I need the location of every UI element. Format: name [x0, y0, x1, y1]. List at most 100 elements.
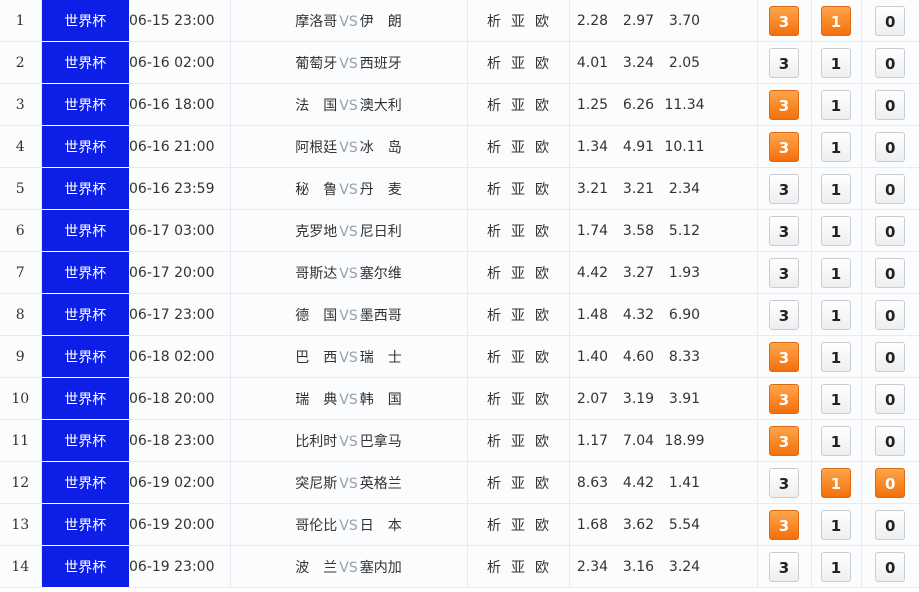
asian-odds-link[interactable]: 亚 — [511, 476, 525, 492]
home-team[interactable]: 法 国 — [295, 98, 337, 114]
analysis-link[interactable]: 析 — [487, 140, 501, 156]
home-team[interactable]: 瑞 典 — [295, 392, 337, 408]
pick-draw-button[interactable]: 1 — [821, 341, 851, 372]
home-team[interactable]: 秘 鲁 — [295, 182, 337, 198]
pick-draw-button[interactable]: 1 — [821, 467, 851, 498]
pick-loss-button[interactable]: 0 — [875, 425, 906, 456]
league-badge[interactable]: 世界杯 — [41, 125, 129, 168]
pick-loss-button[interactable]: 0 — [875, 467, 906, 498]
pick-win-button[interactable]: 3 — [769, 173, 799, 204]
away-team[interactable]: 韩 国 — [360, 392, 402, 408]
euro-odds-link[interactable]: 欧 — [535, 224, 549, 240]
pick-draw-button[interactable]: 1 — [821, 131, 851, 162]
analysis-link[interactable]: 析 — [487, 392, 501, 408]
pick-draw-button[interactable]: 1 — [821, 257, 851, 288]
euro-odds-link[interactable]: 欧 — [535, 308, 549, 324]
pick-loss-button[interactable]: 0 — [875, 551, 906, 582]
pick-loss-button[interactable]: 0 — [875, 257, 906, 288]
asian-odds-link[interactable]: 亚 — [511, 98, 525, 114]
away-team[interactable]: 英格兰 — [360, 476, 402, 492]
pick-loss-button[interactable]: 0 — [875, 509, 906, 540]
league-badge[interactable]: 世界杯 — [41, 377, 129, 420]
analysis-link[interactable]: 析 — [487, 434, 501, 450]
home-team[interactable]: 突尼斯 — [295, 476, 337, 492]
analysis-link[interactable]: 析 — [487, 224, 501, 240]
euro-odds-link[interactable]: 欧 — [535, 266, 549, 282]
pick-win-button[interactable]: 3 — [769, 551, 799, 582]
asian-odds-link[interactable]: 亚 — [511, 350, 525, 366]
league-badge[interactable]: 世界杯 — [41, 41, 129, 84]
match-teams[interactable]: 巴 西 VS 瑞 士 — [230, 335, 468, 378]
league-badge[interactable]: 世界杯 — [41, 0, 129, 42]
asian-odds-link[interactable]: 亚 — [511, 224, 525, 240]
asian-odds-link[interactable]: 亚 — [511, 518, 525, 534]
match-teams[interactable]: 德 国 VS 墨西哥 — [230, 293, 468, 336]
away-team[interactable]: 塞尔维 — [360, 266, 402, 282]
away-team[interactable]: 丹 麦 — [360, 182, 402, 198]
pick-draw-button[interactable]: 1 — [821, 383, 851, 414]
analysis-link[interactable]: 析 — [487, 308, 501, 324]
pick-win-button[interactable]: 3 — [769, 425, 799, 456]
away-team[interactable]: 墨西哥 — [360, 308, 402, 324]
match-teams[interactable]: 葡萄牙 VS 西班牙 — [230, 41, 468, 84]
away-team[interactable]: 西班牙 — [360, 56, 402, 72]
away-team[interactable]: 尼日利 — [360, 224, 402, 240]
euro-odds-link[interactable]: 欧 — [535, 56, 549, 72]
asian-odds-link[interactable]: 亚 — [511, 140, 525, 156]
away-team[interactable]: 瑞 士 — [360, 350, 402, 366]
match-teams[interactable]: 秘 鲁 VS 丹 麦 — [230, 167, 468, 210]
asian-odds-link[interactable]: 亚 — [511, 266, 525, 282]
match-teams[interactable]: 克罗地 VS 尼日利 — [230, 209, 468, 252]
analysis-link[interactable]: 析 — [487, 266, 501, 282]
asian-odds-link[interactable]: 亚 — [511, 434, 525, 450]
euro-odds-link[interactable]: 欧 — [535, 98, 549, 114]
euro-odds-link[interactable]: 欧 — [535, 140, 549, 156]
pick-loss-button[interactable]: 0 — [875, 383, 906, 414]
pick-draw-button[interactable]: 1 — [821, 89, 851, 120]
pick-draw-button[interactable]: 1 — [821, 551, 851, 582]
pick-loss-button[interactable]: 0 — [875, 5, 906, 36]
pick-win-button[interactable]: 3 — [769, 383, 799, 414]
league-badge[interactable]: 世界杯 — [41, 335, 129, 378]
pick-draw-button[interactable]: 1 — [821, 173, 851, 204]
away-team[interactable]: 伊 朗 — [360, 14, 402, 30]
pick-win-button[interactable]: 3 — [769, 215, 799, 246]
home-team[interactable]: 阿根廷 — [295, 140, 337, 156]
home-team[interactable]: 葡萄牙 — [295, 56, 337, 72]
analysis-link[interactable]: 析 — [487, 476, 501, 492]
pick-win-button[interactable]: 3 — [769, 467, 799, 498]
away-team[interactable]: 塞内加 — [360, 560, 402, 576]
match-teams[interactable]: 瑞 典 VS 韩 国 — [230, 377, 468, 420]
league-badge[interactable]: 世界杯 — [41, 461, 129, 504]
home-team[interactable]: 摩洛哥 — [295, 14, 337, 30]
match-teams[interactable]: 哥伦比 VS 日 本 — [230, 503, 468, 546]
asian-odds-link[interactable]: 亚 — [511, 392, 525, 408]
match-teams[interactable]: 波 兰 VS 塞内加 — [230, 545, 468, 588]
euro-odds-link[interactable]: 欧 — [535, 14, 549, 30]
home-team[interactable]: 哥斯达 — [295, 266, 337, 282]
pick-draw-button[interactable]: 1 — [821, 5, 851, 36]
home-team[interactable]: 巴 西 — [295, 350, 337, 366]
league-badge[interactable]: 世界杯 — [41, 293, 129, 336]
home-team[interactable]: 波 兰 — [295, 560, 337, 576]
analysis-link[interactable]: 析 — [487, 350, 501, 366]
home-team[interactable]: 哥伦比 — [295, 518, 337, 534]
match-teams[interactable]: 比利时 VS 巴拿马 — [230, 419, 468, 462]
pick-win-button[interactable]: 3 — [769, 89, 799, 120]
pick-draw-button[interactable]: 1 — [821, 299, 851, 330]
match-teams[interactable]: 哥斯达 VS 塞尔维 — [230, 251, 468, 294]
match-teams[interactable]: 法 国 VS 澳大利 — [230, 83, 468, 126]
pick-win-button[interactable]: 3 — [769, 257, 799, 288]
analysis-link[interactable]: 析 — [487, 14, 501, 30]
asian-odds-link[interactable]: 亚 — [511, 308, 525, 324]
pick-win-button[interactable]: 3 — [769, 509, 799, 540]
euro-odds-link[interactable]: 欧 — [535, 476, 549, 492]
asian-odds-link[interactable]: 亚 — [511, 560, 525, 576]
away-team[interactable]: 日 本 — [360, 518, 402, 534]
asian-odds-link[interactable]: 亚 — [511, 182, 525, 198]
league-badge[interactable]: 世界杯 — [41, 83, 129, 126]
home-team[interactable]: 比利时 — [295, 434, 337, 450]
pick-win-button[interactable]: 3 — [769, 131, 799, 162]
home-team[interactable]: 克罗地 — [295, 224, 337, 240]
pick-loss-button[interactable]: 0 — [875, 47, 906, 78]
